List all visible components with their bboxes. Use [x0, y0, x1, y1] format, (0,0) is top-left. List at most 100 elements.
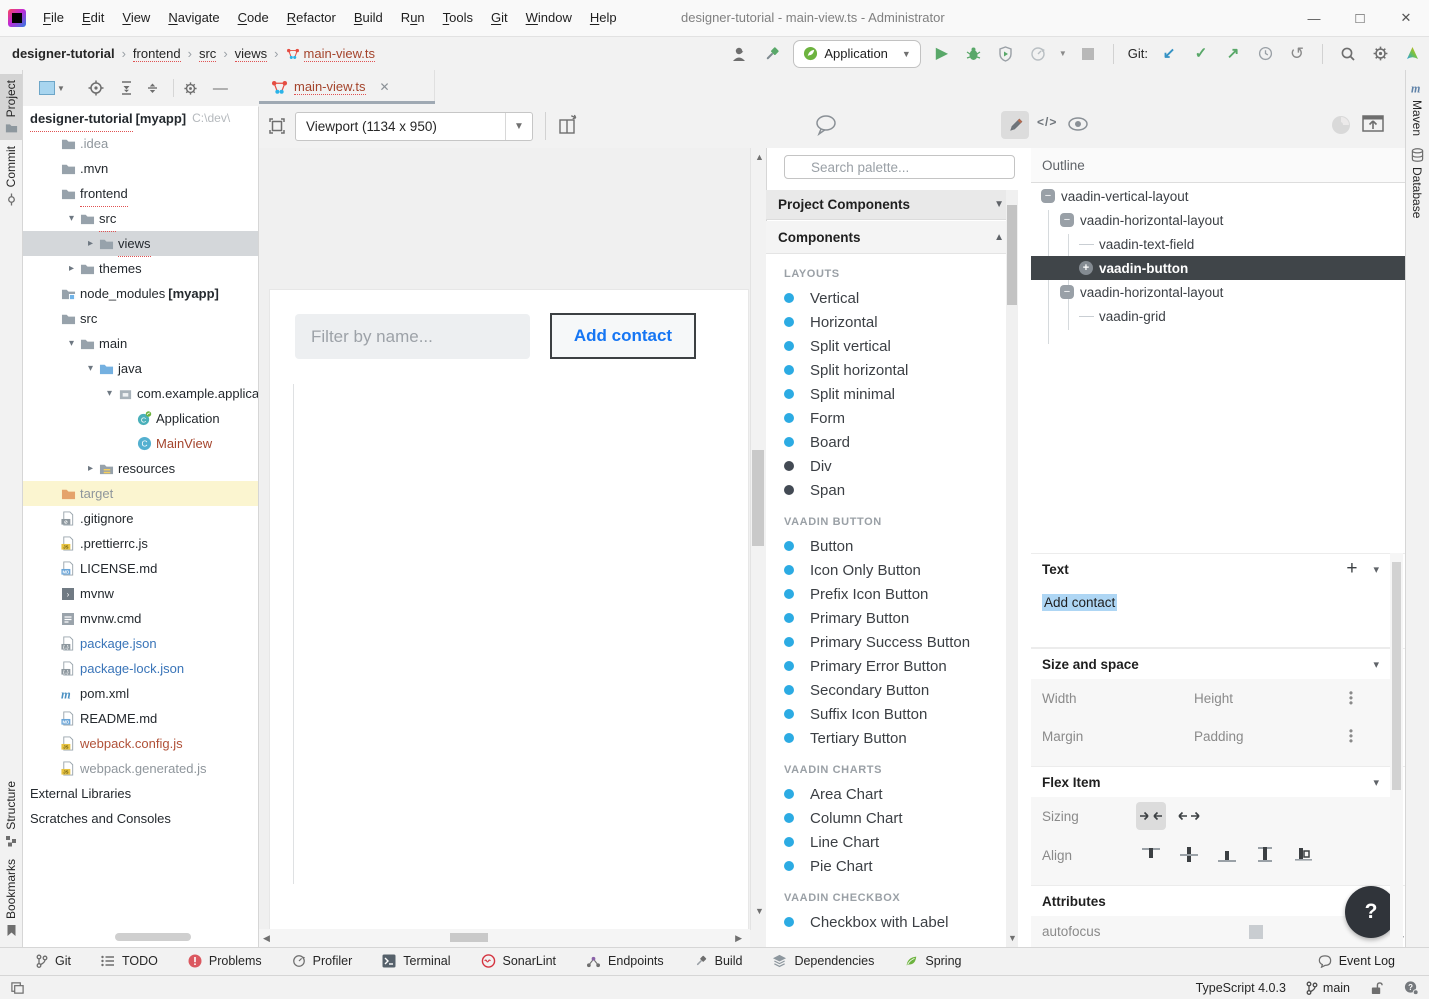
breadcrumb-designer-tutorial[interactable]: designer-tutorial	[12, 46, 115, 61]
palette-item-secondary-button[interactable]: Secondary Button	[766, 678, 1006, 702]
canvas-vscroll-thumb[interactable]	[752, 450, 764, 546]
tool-button-git[interactable]: Git	[36, 954, 71, 968]
tree-item-java[interactable]: ▾java	[23, 356, 258, 381]
project-view-select[interactable]: ▼	[39, 81, 65, 95]
debug-button[interactable]	[963, 43, 985, 65]
tool-button-sonarlint[interactable]: SonarLint	[481, 954, 557, 968]
lock-widget[interactable]	[1370, 981, 1383, 995]
menu-refactor[interactable]: Refactor	[278, 0, 345, 36]
tree-item-mvnw[interactable]: ›mvnw	[23, 581, 258, 606]
autofocus-checkbox[interactable]	[1249, 925, 1263, 939]
plugin-logo-icon[interactable]	[1401, 43, 1423, 65]
tree-item-package-lock-json[interactable]: {..}package-lock.json	[23, 656, 258, 681]
canvas-horizontal-scrollbar[interactable]: ◀ ▶	[259, 929, 750, 947]
locate-file-icon[interactable]	[88, 80, 104, 96]
menu-code[interactable]: Code	[229, 0, 278, 36]
chevron-right-icon[interactable]: ▸	[84, 231, 97, 256]
align-baseline-button[interactable]	[1288, 841, 1318, 869]
tree-item-designer-tutorial[interactable]: designer-tutorial [myapp]C:\dev\	[23, 106, 258, 131]
menu-window[interactable]: Window	[517, 0, 581, 36]
collapse-icon[interactable]: −	[1041, 189, 1055, 203]
tree-item-prettierrc-js[interactable]: JS.prettierrc.js	[23, 531, 258, 556]
outline-item-vaadin-horizontal-layout[interactable]: −vaadin-horizontal-layout	[1031, 280, 1405, 304]
tool-button-build[interactable]: Build	[694, 954, 743, 968]
outline-item-vaadin-horizontal-layout[interactable]: −vaadin-horizontal-layout	[1031, 208, 1405, 232]
tab-close-icon[interactable]: ✕	[380, 80, 390, 94]
tool-button-problems[interactable]: Problems	[188, 954, 262, 968]
palette-item-board[interactable]: Board	[766, 430, 1006, 454]
field-margin[interactable]: Margin	[1042, 729, 1194, 744]
scroll-down-icon[interactable]: ▼	[755, 906, 764, 916]
align-end-button[interactable]	[1212, 841, 1242, 869]
breadcrumb-src[interactable]: src	[199, 46, 216, 62]
tree-item-package-json[interactable]: {..}package.json	[23, 631, 258, 656]
tree-item-com-example-applica[interactable]: ▾com.example.applica	[23, 381, 258, 406]
palette-item-split-horizontal[interactable]: Split horizontal	[766, 358, 1006, 382]
hide-panel-icon[interactable]: —	[213, 80, 228, 97]
canvas-hscroll-thumb[interactable]	[450, 933, 488, 942]
menu-tools[interactable]: Tools	[434, 0, 482, 36]
menu-navigate[interactable]: Navigate	[159, 0, 228, 36]
palette-item-pie-chart[interactable]: Pie Chart	[766, 854, 1006, 878]
strip-button-bookmarks[interactable]: Bookmarks	[0, 853, 22, 943]
breadcrumb-main-view-ts[interactable]: main-view.ts	[286, 46, 376, 62]
menu-help[interactable]: Help	[581, 0, 626, 36]
palette-item-prefix-icon-button[interactable]: Prefix Icon Button	[766, 582, 1006, 606]
expand-icon[interactable]: +	[1079, 261, 1093, 275]
more-options-icon[interactable]: •••	[1344, 729, 1358, 744]
tree-item-frontend[interactable]: frontend	[23, 181, 258, 206]
palette-item-column-chart[interactable]: Column Chart	[766, 806, 1006, 830]
inspector-scroll-thumb[interactable]	[1392, 562, 1401, 790]
text-property-value[interactable]: Add contact	[1042, 594, 1117, 611]
git-commit-icon[interactable]: ✓	[1190, 43, 1212, 65]
size-section-header[interactable]: Size and space ▾	[1031, 648, 1405, 679]
chevron-down-icon[interactable]: ▾	[1373, 658, 1379, 671]
strip-button-project[interactable]: Project	[0, 74, 22, 140]
scroll-right-icon[interactable]: ▶	[735, 933, 742, 944]
align-center-button[interactable]	[1174, 841, 1204, 869]
chevron-down-icon[interactable]: ▾	[65, 331, 78, 356]
tree-item-idea[interactable]: .idea	[23, 131, 258, 156]
tab-main-view[interactable]: main-view.ts ✕	[259, 70, 435, 104]
history-clock-icon[interactable]	[1254, 43, 1276, 65]
tool-button-dependencies[interactable]: Dependencies	[772, 954, 874, 968]
menu-view[interactable]: View	[113, 0, 159, 36]
chevron-down-icon[interactable]: ▾	[1373, 563, 1379, 576]
edit-mode-button[interactable]	[1001, 111, 1029, 139]
preview-eye-icon[interactable]	[1066, 115, 1090, 133]
canvas-selected-button[interactable]: Add contact	[550, 313, 696, 359]
tool-button-spring[interactable]: Spring	[904, 954, 961, 968]
flex-section-header[interactable]: Flex Item ▾	[1031, 766, 1405, 797]
run-button[interactable]: ▶	[931, 43, 953, 65]
palette-item-checkbox-with-label[interactable]: Checkbox with Label	[766, 910, 1006, 934]
run-configuration-select[interactable]: Application ▼	[793, 40, 921, 68]
menu-file[interactable]: File	[34, 0, 73, 36]
chevron-right-icon[interactable]: ▸	[84, 456, 97, 481]
minimize-button[interactable]: —	[1291, 0, 1337, 36]
profiler-button[interactable]	[1027, 43, 1049, 65]
palette-item-primary-success-button[interactable]: Primary Success Button	[766, 630, 1006, 654]
tree-item-themes[interactable]: ▸themes	[23, 256, 258, 281]
palette-item-suffix-icon-button[interactable]: Suffix Icon Button	[766, 702, 1006, 726]
palette-item-tertiary-button[interactable]: Tertiary Button	[766, 726, 1006, 750]
chevron-down-icon[interactable]: ▾	[65, 206, 78, 231]
palette-item-vertical[interactable]: Vertical	[766, 286, 1006, 310]
selection-frame-icon[interactable]	[266, 115, 288, 137]
scroll-up-icon[interactable]: ▲	[755, 152, 764, 162]
outline-item-vaadin-vertical-layout[interactable]: −vaadin-vertical-layout	[1031, 184, 1405, 208]
text-property-editor[interactable]: Add contact	[1031, 584, 1390, 648]
design-surface-card[interactable]	[270, 290, 748, 930]
build-hammer-icon[interactable]	[761, 43, 783, 65]
tree-item-external-libraries[interactable]: External Libraries	[23, 781, 258, 806]
git-update-icon[interactable]: ↙	[1158, 43, 1180, 65]
text-section-header[interactable]: Text + ▾	[1031, 553, 1405, 584]
git-branch-widget[interactable]: main	[1306, 981, 1350, 995]
tree-item-mvn[interactable]: .mvn	[23, 156, 258, 181]
menu-edit[interactable]: Edit	[73, 0, 113, 36]
section-components[interactable]: Components ▲	[766, 221, 1018, 254]
chevron-down-icon[interactable]: ▾	[84, 356, 97, 381]
palette-item-line-chart[interactable]: Line Chart	[766, 830, 1006, 854]
strip-button-commit[interactable]: Commit	[0, 140, 22, 211]
chevron-right-icon[interactable]: ▸	[65, 256, 78, 281]
tree-item-gitignore[interactable]: ⊘.gitignore	[23, 506, 258, 531]
